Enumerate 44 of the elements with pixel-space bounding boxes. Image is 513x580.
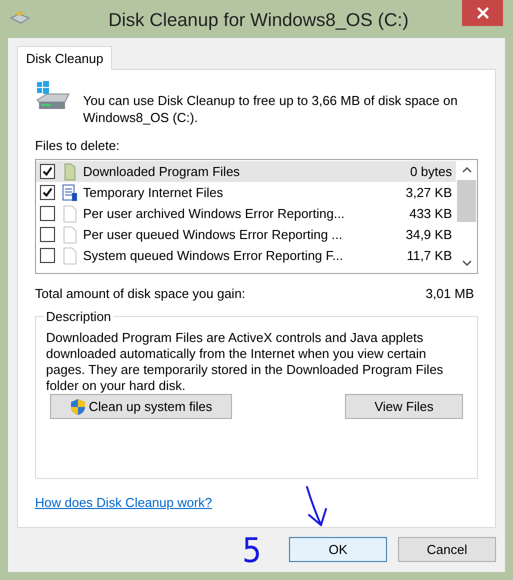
list-row[interactable]: System queued Windows Error Reporting F... 11,7 KB (36, 245, 456, 266)
checkbox[interactable] (40, 206, 55, 221)
close-icon (476, 7, 488, 19)
ok-button[interactable]: OK (289, 537, 387, 562)
clean-up-system-files-button[interactable]: Clean up system files (50, 394, 232, 419)
files-to-delete-label: Files to delete: (35, 138, 121, 153)
file-name: System queued Windows Error Reporting F... (83, 248, 344, 263)
cancel-button[interactable]: Cancel (398, 537, 496, 562)
file-name: Per user queued Windows Error Reporting ... (83, 227, 344, 242)
close-button[interactable] (462, 0, 503, 26)
file-name: Downloaded Program Files (83, 164, 241, 179)
folder-icon (63, 162, 77, 180)
list-row[interactable]: Per user archived Windows Error Reporting... 433 KB (36, 203, 456, 224)
checkbox[interactable] (40, 227, 55, 242)
checkbox[interactable] (40, 248, 55, 263)
file-size: 3,27 KB (406, 185, 452, 200)
description-text: Downloaded Program Files are ActiveX controls and Java applets downloaded automatically from the Internet when you view certain pages. They are temporarily stored in the Downloaded Program Files folder on your hard disk. (46, 330, 444, 394)
help-link[interactable]: How does Disk Cleanup work? (35, 495, 212, 510)
window-title: Disk Cleanup for Windows8_OS (C:) (108, 8, 409, 31)
list-row[interactable]: Temporary Internet Files 3,27 KB (36, 182, 456, 203)
file-size: 11,7 KB (406, 248, 452, 263)
document-icon (62, 184, 78, 202)
list-row[interactable]: Downloaded Program Files 0 bytes (36, 161, 456, 182)
total-label: Total amount of disk space you gain: (35, 286, 246, 301)
tab[interactable]: Disk Cleanup (17, 46, 112, 70)
disk-cleanup-icon (9, 10, 31, 26)
handwritten-step-number: 5 (242, 531, 262, 571)
handwritten-arrow (304, 485, 330, 529)
file-icon (63, 226, 77, 244)
view-files-button[interactable]: View Files (345, 394, 463, 419)
intro-text: You can use Disk Cleanup to free up to 3,66 MB of disk space on Windows8_OS (C:). (83, 92, 459, 126)
list-row[interactable]: Per user queued Windows Error Reporting ... 34,9 KB (36, 224, 456, 245)
checkbox[interactable] (40, 164, 55, 179)
file-size: 34,9 KB (406, 227, 452, 242)
file-size: 433 KB (409, 206, 452, 221)
file-size: 0 bytes (410, 164, 452, 179)
file-name: Per user archived Windows Error Reporting... (83, 206, 346, 221)
checkbox[interactable] (40, 185, 55, 200)
file-icon (63, 204, 77, 222)
file-icon (63, 246, 77, 264)
shield-icon (70, 398, 86, 416)
file-name: Temporary Internet Files (83, 185, 224, 200)
description-title: Description (45, 309, 112, 324)
total-value: 3,01 MB (426, 286, 474, 301)
